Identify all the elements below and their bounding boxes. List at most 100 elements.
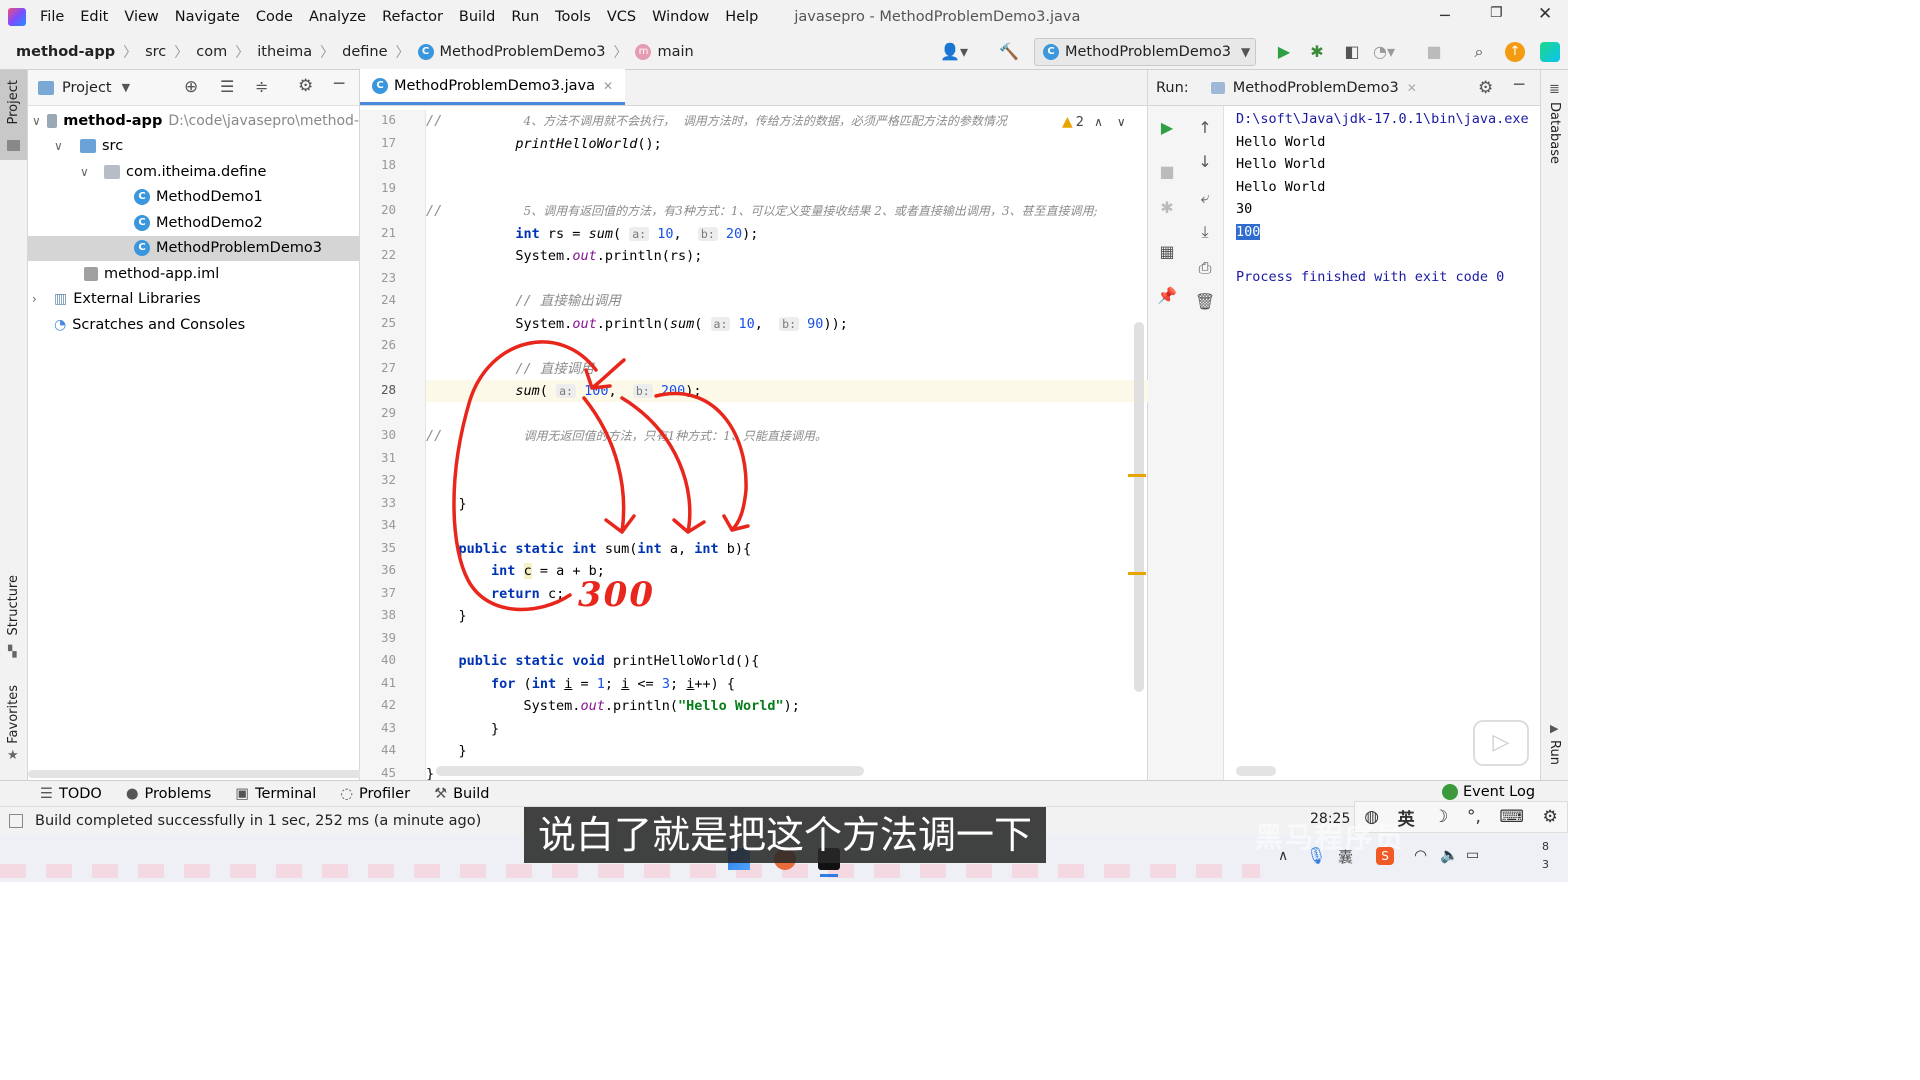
run-tab-label[interactable]: MethodProblemDemo3 — [1233, 80, 1399, 96]
search-icon[interactable]: ⌕ — [1465, 40, 1493, 64]
pin-icon[interactable]: 📌 — [1155, 284, 1179, 308]
update-icon[interactable]: ↑ — [1505, 42, 1525, 62]
menu-view[interactable]: View — [124, 9, 158, 25]
favorites-tool-label[interactable]: Favorites — [6, 685, 21, 744]
menu-edit[interactable]: Edit — [80, 9, 108, 25]
punctuation-icon[interactable]: °, — [1467, 807, 1481, 827]
ime-tray-icon[interactable]: 囊 — [1338, 846, 1353, 867]
tree-item-src[interactable]: ∨ src — [28, 134, 359, 160]
moon-icon[interactable]: ☽ — [1433, 807, 1448, 827]
rerun-icon[interactable]: ▶ — [1155, 116, 1179, 140]
horizontal-scrollbar[interactable] — [1236, 766, 1276, 776]
tree-item-package[interactable]: ∨ com.itheima.define — [28, 159, 359, 185]
gear-icon[interactable]: ⚙ — [1542, 807, 1557, 827]
sogou-icon[interactable]: S — [1376, 847, 1394, 865]
clock-line[interactable]: 3 — [1542, 858, 1549, 871]
breadcrumb-class[interactable]: MethodProblemDemo3 — [440, 44, 606, 60]
collapse-all-icon[interactable]: ≑ — [255, 77, 268, 96]
print-icon[interactable]: ⎙ — [1193, 256, 1217, 280]
tray-chevron-up-icon[interactable]: ∧ — [1278, 848, 1288, 864]
tab-todo[interactable]: ☰ TODO — [40, 786, 102, 802]
menu-code[interactable]: Code — [256, 9, 293, 25]
menu-analyze[interactable]: Analyze — [309, 9, 366, 25]
structure-tool-label[interactable]: Structure — [6, 575, 21, 635]
console-output[interactable]: D:\soft\Java\jdk-17.0.1\bin\java.exe Hel… — [1236, 108, 1529, 288]
expand-all-icon[interactable]: ☰ — [220, 77, 234, 96]
build-hammer-icon[interactable]: 🔨 — [995, 40, 1023, 64]
next-highlight-icon[interactable]: ∨ — [1117, 115, 1126, 129]
breadcrumb-module[interactable]: method-app — [16, 44, 115, 60]
close-tab-icon[interactable]: ✕ — [1407, 81, 1417, 95]
status-toggle-icon[interactable] — [9, 813, 23, 828]
warning-stripe-marker[interactable] — [1128, 474, 1146, 477]
tree-item-class[interactable]: C MethodDemo1 — [28, 185, 359, 211]
tree-item-external-libraries[interactable]: › ▥ External Libraries — [28, 287, 359, 313]
volume-icon[interactable]: 🔈 — [1440, 846, 1459, 864]
minimize-button[interactable]: ─ — [1440, 6, 1450, 25]
menu-tools[interactable]: Tools — [555, 9, 591, 25]
battery-icon[interactable]: ▭ — [1466, 847, 1479, 863]
menu-help[interactable]: Help — [725, 9, 758, 25]
tree-item-class-selected[interactable]: C MethodProblemDemo3 — [28, 235, 359, 261]
tree-item-iml[interactable]: method-app.iml — [28, 261, 359, 287]
clock-line[interactable]: 8 — [1542, 840, 1549, 853]
gear-icon[interactable]: ⚙ — [1478, 78, 1493, 98]
menu-refactor[interactable]: Refactor — [382, 9, 443, 25]
warning-stripe-marker[interactable] — [1128, 572, 1146, 575]
database-tool-label[interactable]: Database — [1547, 102, 1562, 164]
microphone-icon[interactable]: 🎙 — [1306, 846, 1326, 865]
breadcrumb-method[interactable]: main — [657, 44, 693, 60]
breadcrumb-com[interactable]: com — [196, 44, 227, 60]
hide-panel-icon[interactable]: ─ — [1514, 75, 1524, 95]
layout-icon[interactable]: ▦ — [1155, 240, 1179, 264]
stop-icon[interactable]: ■ — [1155, 160, 1179, 184]
event-log-button[interactable]: Event Log — [1442, 784, 1535, 800]
menu-navigate[interactable]: Navigate — [175, 9, 240, 25]
profile-icon[interactable]: ◔▾ — [1370, 40, 1398, 64]
breadcrumb-src[interactable]: src — [145, 44, 166, 60]
tree-item-class[interactable]: C MethodDemo2 — [28, 210, 359, 236]
hide-panel-icon[interactable]: ─ — [334, 74, 344, 94]
chevron-down-icon[interactable]: ▼ — [122, 81, 130, 94]
tab-terminal[interactable]: ▣ Terminal — [235, 786, 316, 802]
plugin-logo-icon[interactable] — [1540, 42, 1560, 62]
menu-vcs[interactable]: VCS — [607, 9, 636, 25]
close-button[interactable]: ✕ — [1538, 4, 1552, 24]
tab-profiler[interactable]: ◌ Profiler — [340, 786, 410, 802]
tree-item-scratches[interactable]: ◔ Scratches and Consoles — [28, 312, 359, 338]
menu-build[interactable]: Build — [459, 9, 495, 25]
horizontal-scrollbar[interactable] — [436, 766, 864, 776]
run-icon[interactable]: ▶ — [1270, 40, 1298, 64]
vertical-scrollbar[interactable] — [1134, 322, 1144, 692]
restore-button[interactable]: ❐ — [1490, 5, 1503, 21]
soft-wrap-icon[interactable]: ⤶ — [1193, 186, 1217, 210]
debug-bug-icon[interactable]: ✱ — [1303, 40, 1331, 64]
stop-icon[interactable]: ■ — [1420, 40, 1448, 64]
gear-icon[interactable]: ⚙ — [298, 76, 313, 96]
wifi-icon[interactable]: ◠ — [1414, 846, 1427, 864]
menu-window[interactable]: Window — [652, 9, 709, 25]
menu-run[interactable]: Run — [511, 9, 539, 25]
breadcrumb-define[interactable]: define — [342, 44, 387, 60]
video-play-button[interactable]: ▷ — [1473, 720, 1529, 766]
tree-item-module[interactable]: ∨ method-app D:\code\javasepro\method- — [28, 108, 359, 134]
user-icon[interactable]: 👤▾ — [940, 40, 968, 64]
previous-highlight-icon[interactable]: ∧ — [1094, 115, 1103, 129]
inspection-widget[interactable]: ▲ 2 ∧ ∨ — [1058, 114, 1130, 130]
tab-build[interactable]: ⚒ Build — [434, 786, 489, 802]
run-tool-label[interactable]: Run — [1547, 740, 1562, 765]
scroll-up-icon[interactable]: ↑ — [1193, 116, 1217, 140]
trash-icon[interactable]: 🗑 — [1193, 290, 1217, 314]
run-config-select[interactable]: C MethodProblemDemo3 ▼ — [1034, 38, 1256, 66]
scroll-down-icon[interactable]: ↓ — [1193, 150, 1217, 174]
close-tab-icon[interactable]: ✕ — [603, 79, 613, 93]
coverage-icon[interactable]: ◧ — [1338, 40, 1366, 64]
breadcrumb-itheima[interactable]: itheima — [257, 44, 312, 60]
editor-tab-active[interactable]: C MethodProblemDemo3.java ✕ — [360, 69, 626, 105]
tab-problems[interactable]: ● Problems — [126, 786, 212, 802]
scroll-to-end-icon[interactable]: ⤓ — [1193, 220, 1217, 244]
project-panel-title[interactable]: Project — [62, 80, 112, 96]
project-tool-label[interactable]: Project — [6, 80, 21, 124]
horizontal-scrollbar[interactable] — [28, 770, 362, 778]
menu-file[interactable]: File — [40, 9, 64, 25]
